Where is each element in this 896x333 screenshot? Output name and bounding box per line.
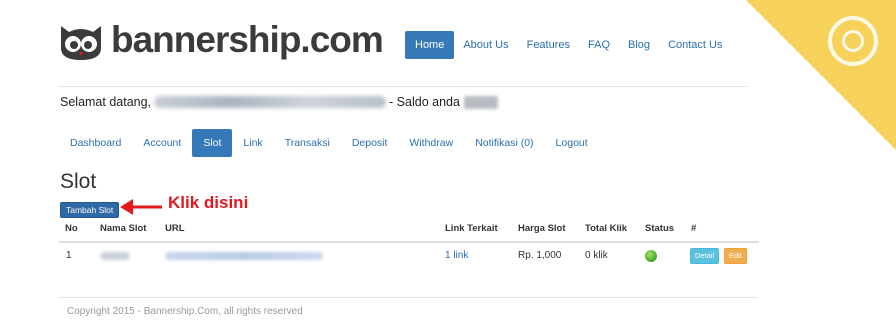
col-header-harga-slot: Harga Slot bbox=[518, 223, 566, 234]
tab-logout[interactable]: Logout bbox=[545, 129, 599, 157]
cell-total-klik: 0 klik bbox=[585, 250, 608, 261]
tab-notifikasi[interactable]: Notifikasi (0) bbox=[464, 129, 544, 157]
redacted-slot-name bbox=[100, 252, 130, 260]
spinner-icon bbox=[828, 16, 878, 66]
nav-about-us[interactable]: About Us bbox=[454, 31, 517, 59]
redacted-balance bbox=[463, 95, 498, 109]
col-header-no: No bbox=[65, 223, 78, 234]
tab-account[interactable]: Account bbox=[132, 129, 192, 157]
redacted-url[interactable] bbox=[165, 252, 323, 260]
add-slot-button[interactable]: Tambah Slot bbox=[60, 202, 120, 218]
col-header-link-terkait: Link Terkait bbox=[445, 223, 498, 234]
logo[interactable]: bannership.com bbox=[57, 18, 384, 62]
welcome-prefix: Selamat datang, bbox=[60, 95, 152, 109]
copyright-text: Copyright 2015 - Bannership.Com, all rig… bbox=[67, 306, 303, 317]
tab-link[interactable]: Link bbox=[232, 129, 273, 157]
tab-withdraw[interactable]: Withdraw bbox=[398, 129, 464, 157]
col-header-actions: # bbox=[691, 223, 697, 234]
corner-decoration bbox=[746, 0, 896, 150]
tab-slot[interactable]: Slot bbox=[192, 129, 233, 157]
nav-blog[interactable]: Blog bbox=[619, 31, 659, 59]
col-header-status: Status bbox=[645, 223, 675, 234]
tab-dashboard[interactable]: Dashboard bbox=[59, 129, 132, 157]
nav-faq[interactable]: FAQ bbox=[579, 31, 619, 59]
nav-contact-us[interactable]: Contact Us bbox=[659, 31, 731, 59]
col-header-nama-slot: Nama Slot bbox=[100, 223, 147, 234]
welcome-bar: Selamat datang, - Saldo anda bbox=[60, 93, 498, 111]
main-nav: Home About Us Features FAQ Blog Contact … bbox=[405, 31, 731, 59]
account-tabs: Dashboard Account Slot Link Transaksi De… bbox=[59, 129, 599, 157]
edit-button[interactable]: Edit bbox=[724, 248, 747, 264]
nav-features[interactable]: Features bbox=[518, 31, 579, 59]
header-divider bbox=[58, 86, 748, 87]
tab-deposit[interactable]: Deposit bbox=[341, 129, 399, 157]
detail-button[interactable]: Detail bbox=[690, 248, 720, 264]
col-header-total-klik: Total Klik bbox=[585, 223, 628, 234]
owl-logo-icon bbox=[61, 26, 101, 60]
cell-harga-slot: Rp. 1,000 bbox=[518, 250, 562, 261]
redacted-username bbox=[154, 96, 387, 108]
status-active-icon bbox=[645, 250, 657, 262]
cell-link-terkait[interactable]: 1 link bbox=[445, 250, 468, 261]
page-title: Slot bbox=[60, 170, 97, 193]
col-header-url: URL bbox=[165, 223, 185, 234]
arrow-left-icon bbox=[120, 199, 162, 215]
footer-divider bbox=[58, 297, 758, 298]
annotation-label: Klik disini bbox=[168, 193, 249, 212]
table-header-divider bbox=[59, 241, 759, 243]
nav-home[interactable]: Home bbox=[405, 31, 455, 59]
tab-transaksi[interactable]: Transaksi bbox=[274, 129, 341, 157]
cell-no: 1 bbox=[66, 250, 72, 261]
welcome-balance-label: - Saldo anda bbox=[389, 95, 460, 109]
brand-name: bannership.com bbox=[111, 19, 384, 60]
